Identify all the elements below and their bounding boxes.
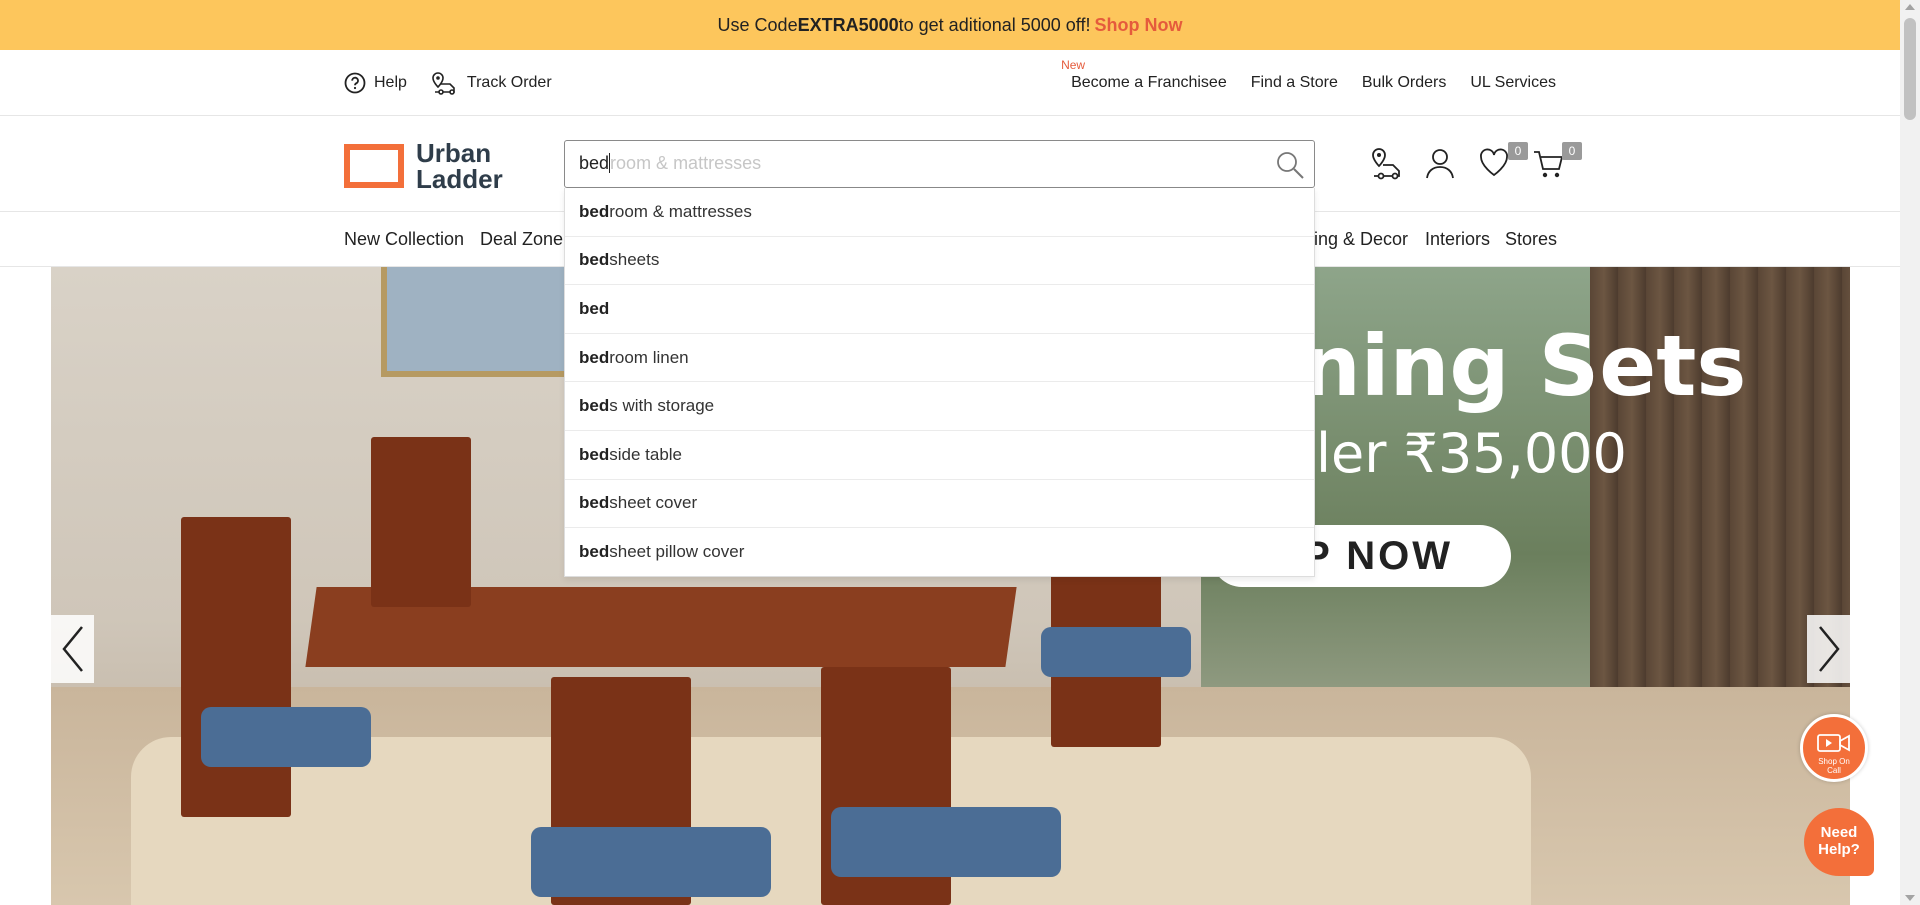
chevron-right-icon xyxy=(1818,626,1840,672)
suggestion-rest: room & mattresses xyxy=(609,201,752,221)
scroll-up-arrow-icon[interactable] xyxy=(1905,4,1915,10)
hero-price-line: ler ₹35,000 xyxy=(1316,422,1627,485)
nav-deal-zone[interactable]: Deal Zone xyxy=(480,229,563,250)
scroll-down-arrow-icon[interactable] xyxy=(1905,895,1915,901)
hero-chair-seat xyxy=(531,827,771,897)
search-icon[interactable] xyxy=(1274,149,1306,181)
promo-code: EXTRA5000 xyxy=(797,14,899,35)
chevron-left-icon xyxy=(61,626,83,672)
suggestion-rest: side table xyxy=(609,444,683,464)
hero-headline: ning Sets xyxy=(1301,317,1747,415)
suggestion-match: bed xyxy=(579,444,610,464)
suggestion-rest: sheet cover xyxy=(609,493,698,513)
suggestion-item[interactable]: bed sheet cover xyxy=(565,480,1314,529)
hero-chair-seat xyxy=(1041,627,1191,677)
suggestion-match: bed xyxy=(579,347,610,367)
carousel-prev-button[interactable] xyxy=(51,615,94,683)
hero-chair-seat xyxy=(831,807,1061,877)
new-badge: New xyxy=(1061,58,1086,72)
suggestion-match: bed xyxy=(579,250,610,270)
search-suggestions-dropdown: bed room & mattresses bed sheets bed bed ro… xyxy=(564,188,1315,577)
wishlist-count-badge: 0 xyxy=(1508,142,1528,160)
suggestion-item[interactable]: bed side table xyxy=(565,431,1314,480)
cart-icon xyxy=(1534,151,1564,178)
promo-text: to get aditional 5000 off! xyxy=(898,14,1091,35)
need-help-chat-button[interactable]: Need Help? xyxy=(1804,808,1874,876)
help-link[interactable]: Help xyxy=(344,72,407,94)
help-label: Help xyxy=(374,74,407,91)
promo-prefix: Use Code xyxy=(717,14,798,35)
urban-ladder-logo[interactable]: Urban Ladder xyxy=(344,140,503,192)
nav-new-collection[interactable]: New Collection xyxy=(344,229,464,250)
search-autocomplete-hint: room & mattresses xyxy=(610,153,762,173)
suggestion-rest: sheets xyxy=(609,250,660,270)
hero-chair xyxy=(181,517,291,817)
promo-banner: Use Code EXTRA5000 to get aditional 5000… xyxy=(0,0,1900,50)
suggestion-match: bed xyxy=(579,396,610,416)
nav-stores[interactable]: Stores xyxy=(1505,229,1557,250)
scroll-thumb[interactable] xyxy=(1904,18,1916,120)
nav-furnishing-decor[interactable]: ing & Decor xyxy=(1314,229,1408,250)
need-help-label: Need Help? xyxy=(1818,824,1860,858)
track-order-icon xyxy=(432,72,455,95)
suggestion-item[interactable]: bed s with storage xyxy=(565,382,1314,431)
bulk-orders-link[interactable]: Bulk Orders xyxy=(1362,74,1446,92)
utility-bar: Help Track Order New Become a Franchisee… xyxy=(0,50,1900,116)
heart-icon xyxy=(1480,148,1508,177)
suggestion-item[interactable]: bed sheet pillow cover xyxy=(565,528,1314,577)
franchise-label: Become a Franchisee xyxy=(1071,74,1227,91)
suggestion-rest: room linen xyxy=(609,347,689,367)
nav-interiors[interactable]: Interiors xyxy=(1425,229,1490,250)
cart-button[interactable]: 0 xyxy=(1532,142,1582,182)
suggestion-item[interactable]: bed room & mattresses xyxy=(565,188,1314,237)
delivery-truck-icon xyxy=(1372,148,1400,180)
search-input[interactable]: bedroom & mattresses xyxy=(564,140,1315,188)
video-call-icon xyxy=(1817,734,1850,752)
search-typed-text: bed xyxy=(579,153,610,173)
track-order-label: Track Order xyxy=(466,74,552,91)
suggestion-match: bed xyxy=(579,201,610,221)
suggestion-match: bed xyxy=(579,298,610,318)
promo-shop-now-link[interactable]: Shop Now xyxy=(1094,15,1182,36)
track-delivery-button[interactable] xyxy=(1370,146,1402,182)
user-icon xyxy=(1426,149,1454,179)
become-franchisee-link[interactable]: New Become a Franchisee xyxy=(1061,58,1227,92)
suggestion-rest: s with storage xyxy=(609,396,715,416)
hero-chair-seat xyxy=(201,707,371,767)
suggestion-item[interactable]: bed xyxy=(565,285,1314,334)
ul-services-link[interactable]: UL Services xyxy=(1470,74,1556,92)
track-order-link[interactable]: Track Order xyxy=(431,71,552,95)
carousel-next-button[interactable] xyxy=(1807,615,1850,683)
suggestion-rest: sheet pillow cover xyxy=(609,542,745,562)
logo-text-ladder: Ladder xyxy=(416,164,503,194)
wishlist-button[interactable]: 0 xyxy=(1478,142,1528,182)
page-scrollbar[interactable] xyxy=(1900,0,1920,905)
logo-mark-icon xyxy=(344,144,404,188)
help-icon xyxy=(344,72,366,94)
suggestion-item[interactable]: bed sheets xyxy=(565,237,1314,286)
find-store-link[interactable]: Find a Store xyxy=(1251,74,1338,92)
shop-on-call-button[interactable]: Shop On Call xyxy=(1800,714,1868,782)
suggestion-item[interactable]: bed room linen xyxy=(565,334,1314,383)
shop-on-call-label: Shop On Call xyxy=(1818,757,1850,775)
cart-count-badge: 0 xyxy=(1562,142,1582,160)
suggestion-match: bed xyxy=(579,493,610,513)
account-button[interactable] xyxy=(1424,146,1456,182)
suggestion-match: bed xyxy=(579,542,610,562)
logo-text-urban: Urban xyxy=(416,138,492,168)
hero-chair xyxy=(371,437,471,607)
